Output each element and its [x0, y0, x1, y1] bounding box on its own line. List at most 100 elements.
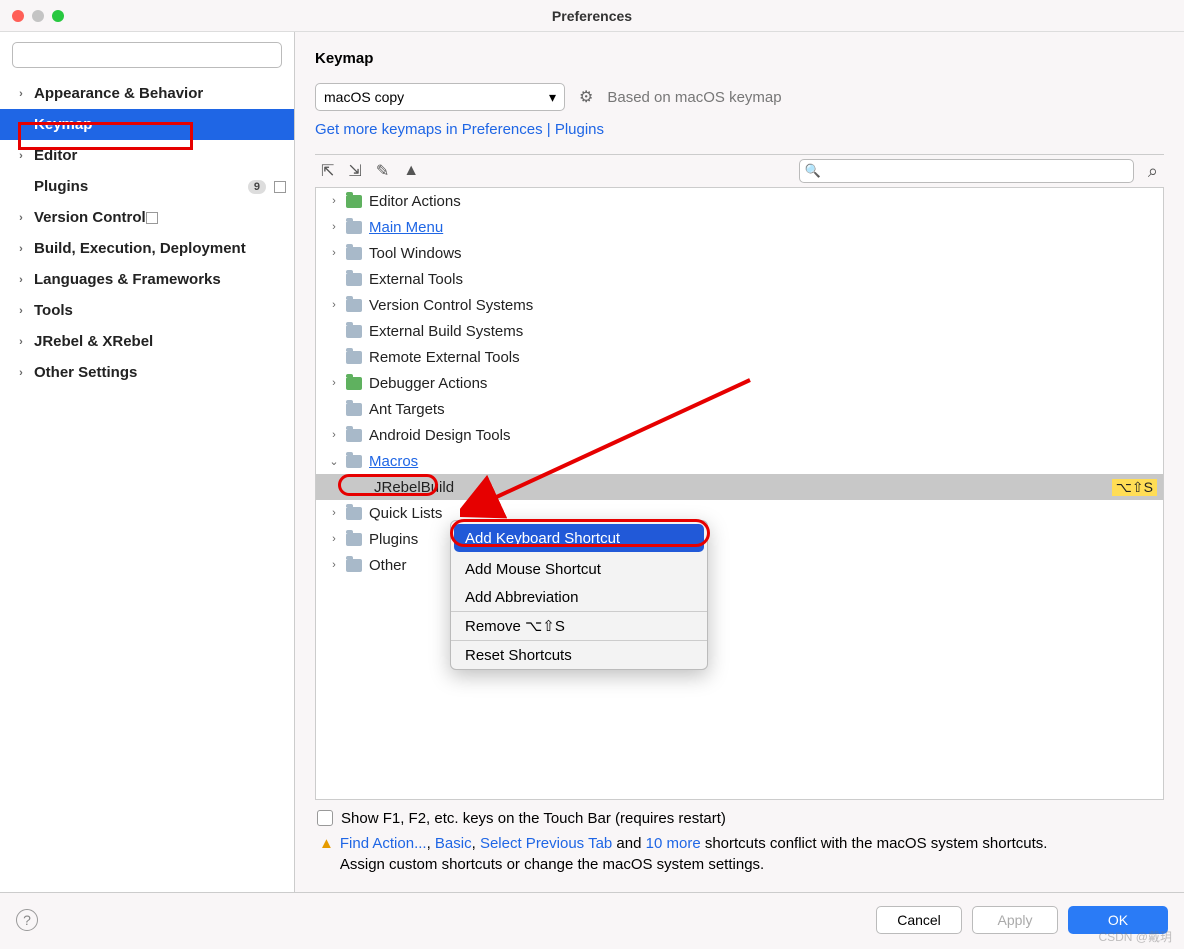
- menu-item-remove-s[interactable]: Remove ⌥⇧S: [451, 612, 707, 640]
- tree-item-external-tools[interactable]: ›External Tools: [316, 266, 1163, 292]
- chevron-right-icon: ›: [328, 533, 340, 545]
- menu-item-add-abbreviation[interactable]: Add Abbreviation: [451, 583, 707, 611]
- folder-icon: [346, 507, 362, 520]
- chevron-right-icon: ›: [328, 221, 340, 233]
- tree-item-debugger-actions[interactable]: › Debugger Actions: [316, 370, 1163, 396]
- sidebar-item-plugins[interactable]: ›Plugins9: [0, 171, 294, 202]
- sidebar-item-label: Keymap: [34, 116, 92, 133]
- sidebar-item-other-settings[interactable]: ›Other Settings: [0, 357, 294, 388]
- tree-item-label: JRebelBuild: [374, 479, 454, 496]
- folder-icon: [346, 455, 362, 468]
- sidebar-item-version-control[interactable]: ›Version Control: [0, 202, 294, 233]
- sidebar-item-appearance-behavior[interactable]: › Appearance & Behavior: [0, 78, 294, 109]
- sidebar-item-tools[interactable]: ›Tools: [0, 295, 294, 326]
- tree-item-quick-lists[interactable]: › Quick Lists: [316, 500, 1163, 526]
- tree-item-label: Tool Windows: [369, 245, 462, 262]
- sidebar-item-label: Languages & Frameworks: [34, 271, 221, 288]
- chevron-right-icon: ›: [328, 507, 340, 519]
- tree-item-plugins[interactable]: › Plugins: [316, 526, 1163, 552]
- sidebar-item-label: Plugins: [34, 178, 88, 195]
- actions-tree[interactable]: ›Editor Actions›Main Menu›Tool Windows›E…: [315, 188, 1164, 800]
- cancel-button[interactable]: Cancel: [876, 906, 962, 934]
- close-window-icon[interactable]: [12, 10, 24, 22]
- chevron-down-icon: ▾: [549, 89, 556, 106]
- window-title: Preferences: [552, 8, 632, 24]
- tree-item-label: External Tools: [369, 271, 463, 288]
- gear-icon[interactable]: ⚙: [579, 87, 593, 107]
- actions-search-input[interactable]: [799, 159, 1134, 183]
- menu-item-add-keyboard-shortcut[interactable]: Add Keyboard Shortcut: [454, 524, 704, 552]
- folder-icon: [346, 377, 362, 390]
- menu-item-reset-shortcuts[interactable]: Reset Shortcuts: [451, 641, 707, 669]
- minimize-window-icon[interactable]: [32, 10, 44, 22]
- settings-panel: Keymap macOS copy ▾ ⚙ Based on macOS key…: [295, 32, 1184, 892]
- edit-icon[interactable]: ✎: [376, 161, 389, 181]
- conflict-link-find-action[interactable]: Find Action...: [340, 835, 427, 852]
- tree-item-jrebelbuild[interactable]: ›JRebelBuild⌥⇧S: [316, 474, 1163, 500]
- warning-icon[interactable]: ▲: [403, 162, 419, 180]
- sidebar-item-label: Appearance & Behavior: [34, 85, 203, 102]
- sidebar-item-label: Build, Execution, Deployment: [34, 240, 246, 257]
- zoom-window-icon[interactable]: [52, 10, 64, 22]
- chevron-right-icon: ›: [328, 559, 340, 571]
- chevron-right-icon: ›: [14, 274, 28, 286]
- folder-icon: [346, 559, 362, 572]
- tree-item-label: Plugins: [369, 531, 418, 548]
- tree-item-label: Ant Targets: [369, 401, 445, 418]
- folder-icon: [346, 247, 362, 260]
- chevron-right-icon: ›: [14, 150, 28, 162]
- chevron-right-icon: ›: [14, 88, 28, 100]
- touchbar-checkbox[interactable]: Show F1, F2, etc. keys on the Touch Bar …: [317, 810, 1164, 827]
- conflict-link-basic[interactable]: Basic: [435, 835, 472, 852]
- find-by-shortcut-icon[interactable]: ⌕: [1148, 161, 1158, 182]
- tree-item-label: Quick Lists: [369, 505, 442, 522]
- sidebar-item-label: Other Settings: [34, 364, 137, 381]
- sidebar-search-input[interactable]: [12, 42, 282, 68]
- dialog-footer: ? Cancel Apply OK: [0, 892, 1184, 946]
- menu-item-add-mouse-shortcut[interactable]: Add Mouse Shortcut: [451, 555, 707, 583]
- tree-item-label: Debugger Actions: [369, 375, 487, 392]
- tree-item-remote-external-tools[interactable]: ›Remote External Tools: [316, 344, 1163, 370]
- sidebar-item-languages-frameworks[interactable]: › Languages & Frameworks: [0, 264, 294, 295]
- chevron-right-icon: ›: [328, 377, 340, 389]
- chevron-right-icon: ›: [328, 247, 340, 259]
- tree-item-label: Version Control Systems: [369, 297, 533, 314]
- tree-item-external-build-systems[interactable]: ›External Build Systems: [316, 318, 1163, 344]
- more-keymaps-link-row: Get more keymaps in Preferences | Plugin…: [315, 121, 1164, 138]
- collapse-all-icon[interactable]: ⇲: [348, 161, 361, 181]
- tree-item-main-menu[interactable]: ›Main Menu: [316, 214, 1163, 240]
- watermark: CSDN @戴玥: [1098, 928, 1172, 945]
- tree-item-version-control-systems[interactable]: › Version Control Systems: [316, 292, 1163, 318]
- shortcut-badge: ⌥⇧S: [1112, 479, 1157, 496]
- sidebar-item-build-execution-deployment[interactable]: › Build, Execution, Deployment: [0, 233, 294, 264]
- tree-item-other[interactable]: ›Other: [316, 552, 1163, 578]
- conflict-warning: ▲ Find Action..., Basic, Select Previous…: [317, 827, 1164, 877]
- tree-item-editor-actions[interactable]: ›Editor Actions: [316, 188, 1163, 214]
- conflict-link-select-prev-tab[interactable]: Select Previous Tab: [480, 835, 612, 852]
- sidebar-item-jrebel-xrebel[interactable]: ›JRebel & XRebel: [0, 326, 294, 357]
- tree-item-android-design-tools[interactable]: ›Android Design Tools: [316, 422, 1163, 448]
- expand-all-icon[interactable]: ⇱: [321, 161, 334, 181]
- panel-heading: Keymap: [315, 50, 1164, 67]
- chevron-right-icon: ›: [14, 243, 28, 255]
- tree-item-macros[interactable]: ⌄Macros: [316, 448, 1163, 474]
- folder-icon: [346, 429, 362, 442]
- tree-item-ant-targets[interactable]: ›Ant Targets: [316, 396, 1163, 422]
- help-button[interactable]: ?: [16, 909, 38, 931]
- sidebar-item-keymap[interactable]: ›Keymap: [0, 109, 294, 140]
- folder-icon: [346, 325, 362, 338]
- folder-icon: [346, 273, 362, 286]
- tree-item-label: Android Design Tools: [369, 427, 510, 444]
- tree-item-label: Editor Actions: [369, 193, 461, 210]
- conflict-link-more[interactable]: 10 more: [646, 835, 701, 852]
- more-keymaps-link[interactable]: Get more keymaps in Preferences | Plugin…: [315, 121, 604, 138]
- tree-item-label: Remote External Tools: [369, 349, 520, 366]
- folder-icon: [346, 195, 362, 208]
- folder-icon: [346, 351, 362, 364]
- tree-item-tool-windows[interactable]: › Tool Windows: [316, 240, 1163, 266]
- apply-button[interactable]: Apply: [972, 906, 1058, 934]
- sidebar-item-label: Version Control: [34, 209, 146, 226]
- sidebar-item-editor[interactable]: ›Editor: [0, 140, 294, 171]
- keymap-select[interactable]: macOS copy ▾: [315, 83, 565, 111]
- chevron-right-icon: ›: [328, 299, 340, 311]
